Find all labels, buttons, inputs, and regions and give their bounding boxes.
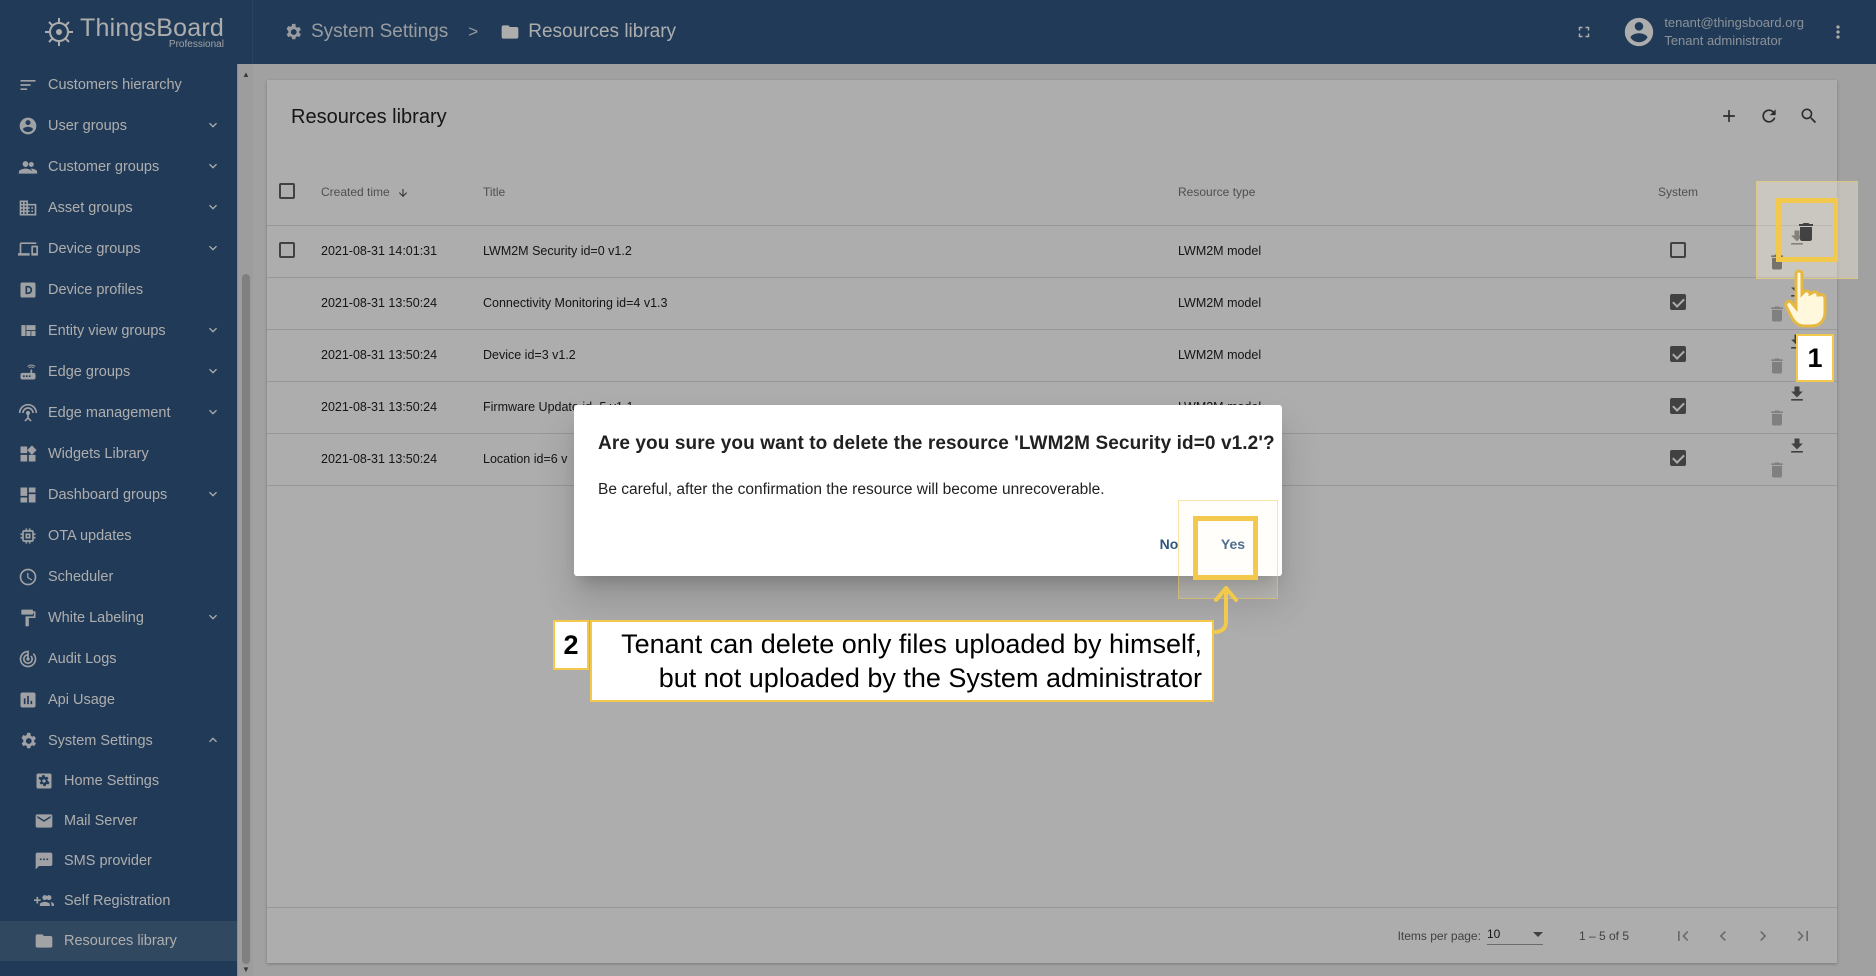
pointing-hand-icon: [1784, 269, 1827, 328]
dialog-message: Be careful, after the confirmation the r…: [598, 481, 1105, 498]
delete-icon: [1799, 223, 1813, 241]
callout-line-2: but not uploaded by the System administr…: [658, 663, 1202, 693]
tutorial-step-2-callout: Tenant can delete only files uploaded by…: [590, 620, 1214, 702]
tutorial-step-2-badge: 2: [553, 620, 589, 670]
tutorial-step-1-badge: 1: [1796, 334, 1834, 382]
callout-line-1: Tenant can delete only files uploaded by…: [621, 629, 1202, 659]
yes-button-highlight: [1193, 516, 1258, 580]
delete-confirm-dialog: Are you sure you want to delete the reso…: [574, 405, 1282, 576]
highlighted-delete-button[interactable]: [1794, 220, 1818, 249]
dialog-title: Are you sure you want to delete the reso…: [598, 433, 1275, 454]
